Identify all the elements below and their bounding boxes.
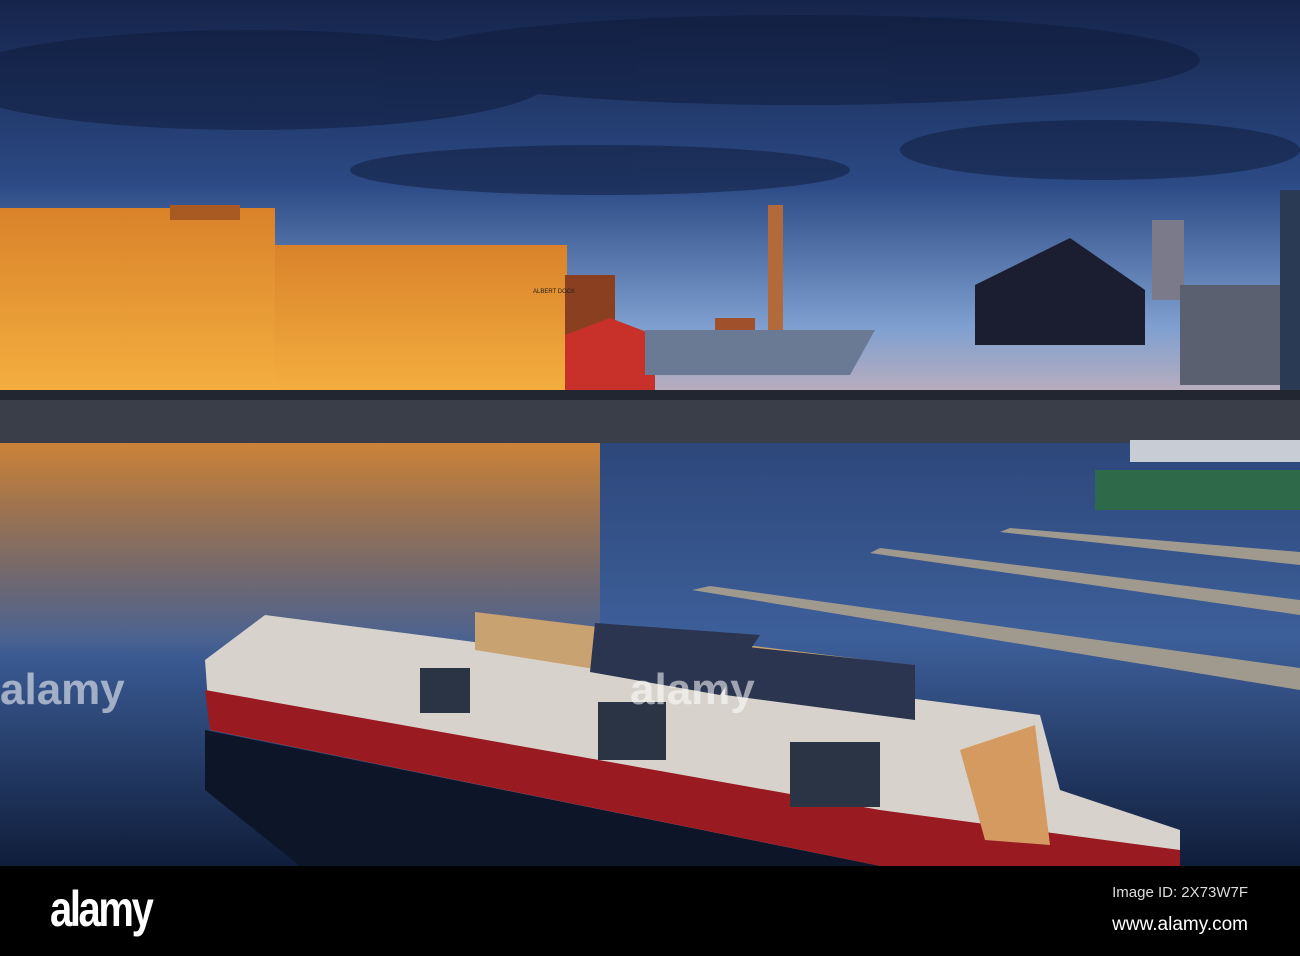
footer-bar: alamy Image ID: 2X73W7F www.alamy.com <box>0 866 1300 956</box>
quay-wall <box>0 398 1300 443</box>
site-link[interactable]: www.alamy.com <box>1112 914 1248 936</box>
chimney <box>768 205 783 340</box>
image-id: Image ID: 2X73W7F <box>1112 884 1248 901</box>
watermark: alamy <box>0 665 125 714</box>
alamy-logo[interactable]: alamy <box>50 880 154 938</box>
watermark: alamy <box>630 665 755 714</box>
dock-photo: ALBERT DOCK <box>0 0 1300 866</box>
clock-tower <box>1152 220 1184 300</box>
building-sign: ALBERT DOCK <box>533 289 575 295</box>
